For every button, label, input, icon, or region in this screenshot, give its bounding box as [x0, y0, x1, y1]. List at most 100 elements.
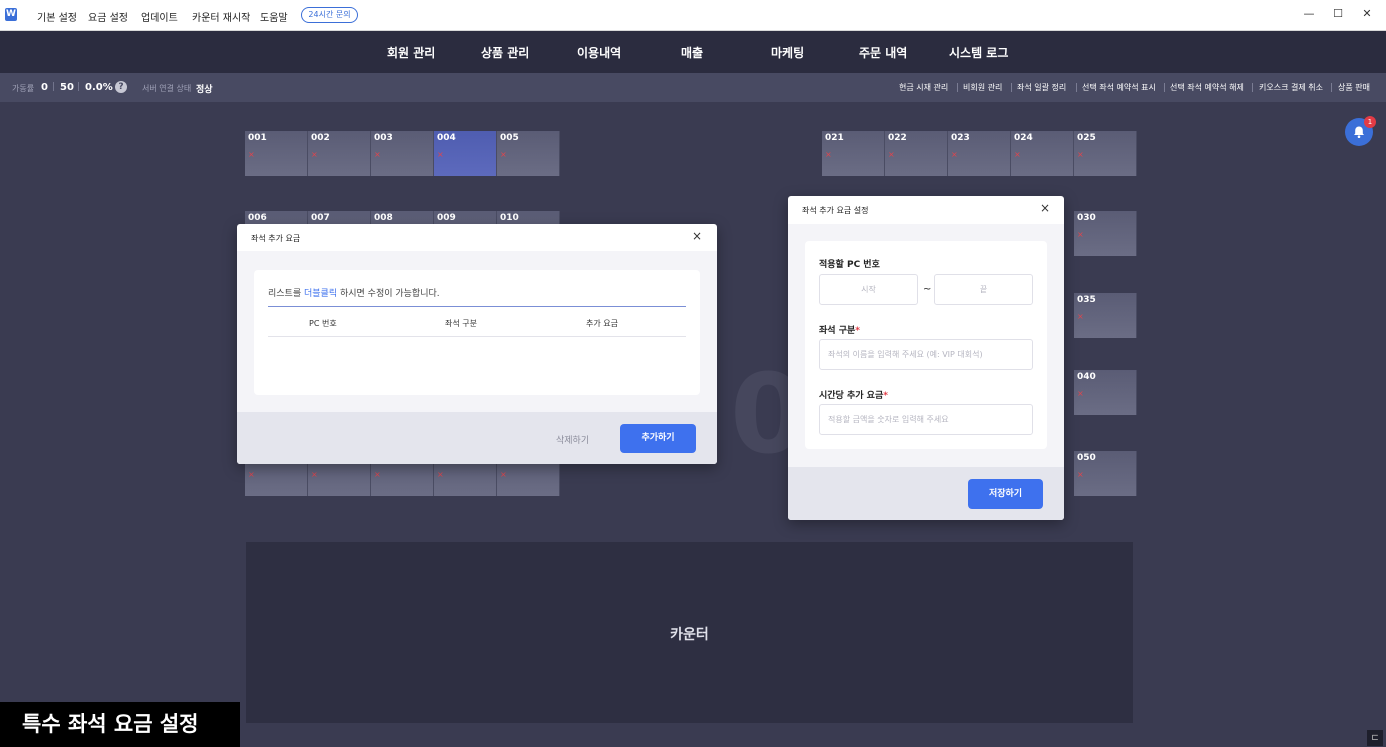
counter-label: 카운터: [670, 627, 709, 643]
fee-form-panel: 적용할 PC 번호 시작 ~ 끝 좌석 구분* 좌석의 이름을 입력해 주세요 …: [805, 241, 1047, 449]
start-pc-input[interactable]: 시작: [819, 274, 918, 305]
bell-icon: [1354, 126, 1364, 138]
corner-icon[interactable]: ⊏: [1367, 730, 1383, 746]
seat-025[interactable]: 025 ×: [1074, 131, 1137, 176]
divider: [268, 336, 686, 337]
seat-off-icon: ×: [311, 470, 318, 479]
required-mark: *: [883, 391, 888, 401]
seat-extra-fee-setting-dialog: 좌석 추가 요금 설정 × 적용할 PC 번호 시작 ~ 끝 좌석 구분* 좌석…: [788, 196, 1064, 520]
title-bar: W 기본 설정 요금 설정 업데이트 카운터 재시작 도움말 24시간 문의 —…: [0, 0, 1386, 31]
menu-help[interactable]: 도움말: [260, 9, 288, 24]
seat-001[interactable]: 001 ×: [245, 131, 308, 176]
seat-023[interactable]: 023 ×: [948, 131, 1011, 176]
minimize-icon[interactable]: —: [1302, 6, 1316, 22]
seat-type-label: 좌석 구분*: [819, 323, 860, 336]
seat-off-icon: ×: [500, 150, 507, 159]
edit-hint-text: 리스트를: [268, 289, 304, 299]
seat-021[interactable]: 021 ×: [822, 131, 885, 176]
close-icon[interactable]: ×: [692, 230, 702, 242]
hourly-fee-input[interactable]: 적용할 금액을 숫자로 입력해 주세요: [819, 404, 1033, 435]
action-sell-product[interactable]: 상품 판매: [1338, 82, 1370, 93]
seat-number: 003: [374, 133, 393, 143]
seat-024[interactable]: 024 ×: [1011, 131, 1074, 176]
seat-number: 024: [1014, 133, 1033, 143]
counter-area: 카운터: [246, 542, 1133, 723]
seat-040[interactable]: 040 ×: [1074, 370, 1137, 415]
seat-off-icon: ×: [374, 150, 381, 159]
dialog-body: 리스트를 더블클릭 하시면 수정이 가능합니다. PC 번호 좌석 구분 추가 …: [237, 251, 717, 412]
add-button[interactable]: 추가하기: [620, 424, 696, 453]
menu-fee-settings[interactable]: 요금 설정: [88, 9, 128, 24]
seat-off-icon: ×: [1077, 389, 1084, 398]
menu-basic-settings[interactable]: 기본 설정: [37, 9, 77, 24]
divider: [268, 306, 686, 307]
seat-003[interactable]: 003 ×: [371, 131, 434, 176]
close-icon[interactable]: ×: [1040, 202, 1050, 214]
seat-off-icon: ×: [248, 470, 255, 479]
seat-050[interactable]: 050 ×: [1074, 451, 1137, 496]
seat-002[interactable]: 002 ×: [308, 131, 371, 176]
seat-number: 030: [1077, 213, 1096, 223]
seat-number: 008: [374, 213, 393, 223]
seat-off-icon: ×: [1077, 470, 1084, 479]
action-kiosk-cancel[interactable]: 키오스크 결제 취소: [1259, 82, 1323, 93]
seat-number: 010: [500, 213, 519, 223]
save-button[interactable]: 저장하기: [968, 479, 1043, 509]
menu-update[interactable]: 업데이트: [141, 9, 178, 24]
action-unmark-reserved[interactable]: 선택 좌석 예약석 해제: [1170, 82, 1244, 93]
action-mark-reserved[interactable]: 선택 좌석 예약석 표시: [1082, 82, 1156, 93]
nav-sales[interactable]: 매출: [681, 44, 703, 61]
nav-order-history[interactable]: 주문 내역: [859, 44, 907, 61]
seat-004[interactable]: 004 ×: [434, 131, 497, 176]
maximize-icon[interactable]: ☐: [1331, 6, 1345, 22]
action-guest-management[interactable]: 비회원 관리: [963, 82, 1002, 93]
action-cash-management[interactable]: 현금 시재 관리: [899, 82, 948, 93]
divider: [957, 83, 958, 92]
dialog-footer: 삭제하기 추가하기: [237, 412, 717, 464]
seat-off-icon: ×: [1077, 230, 1084, 239]
nav-marketing[interactable]: 마케팅: [771, 44, 804, 61]
nav-member-management[interactable]: 회원 관리: [387, 44, 435, 61]
action-bulk-clear-seats[interactable]: 좌석 일괄 정리: [1017, 82, 1066, 93]
seat-off-icon: ×: [248, 150, 255, 159]
seat-off-icon: ×: [500, 470, 507, 479]
divider: [1331, 83, 1332, 92]
usage-label: 가동률: [12, 84, 35, 93]
seat-number: 035: [1077, 295, 1096, 305]
seat-005[interactable]: 005 ×: [497, 131, 560, 176]
seat-off-icon: ×: [825, 150, 832, 159]
divider: |: [77, 82, 81, 92]
seat-number: 050: [1077, 453, 1096, 463]
seat-number: 040: [1077, 372, 1096, 382]
seat-number: 022: [888, 133, 907, 143]
hourly-fee-label: 시간당 추가 요금*: [819, 388, 888, 401]
seat-022[interactable]: 022 ×: [885, 131, 948, 176]
close-window-icon[interactable]: ✕: [1360, 6, 1374, 22]
seat-off-icon: ×: [1077, 150, 1084, 159]
help-icon[interactable]: ?: [115, 81, 127, 93]
seat-number: 007: [311, 213, 330, 223]
support-button[interactable]: 24시간 문의: [301, 7, 358, 23]
required-mark: *: [855, 326, 860, 336]
hourly-fee-label-text: 시간당 추가 요금: [819, 391, 884, 401]
pc-number-label: 적용할 PC 번호: [819, 260, 880, 270]
end-pc-input[interactable]: 끝: [934, 274, 1033, 305]
menu-restart-counter[interactable]: 카운터 재시작: [192, 9, 250, 24]
seat-number: 001: [248, 133, 267, 143]
notification-badge: 1: [1364, 116, 1376, 128]
seat-number: 023: [951, 133, 970, 143]
seat-number: 002: [311, 133, 330, 143]
nav-system-log[interactable]: 시스템 로그: [949, 44, 1008, 61]
seat-off-icon: ×: [311, 150, 318, 159]
range-separator: ~: [923, 284, 932, 295]
seat-number: 006: [248, 213, 267, 223]
dialog-body: 적용할 PC 번호 시작 ~ 끝 좌석 구분* 좌석의 이름을 입력해 주세요 …: [788, 224, 1064, 467]
dialog-title: 좌석 추가 요금 설정: [802, 206, 869, 215]
seat-type-input[interactable]: 좌석의 이름을 입력해 주세요 (예: VIP 대회석): [819, 339, 1033, 370]
delete-button[interactable]: 삭제하기: [556, 433, 589, 446]
nav-product-management[interactable]: 상품 관리: [481, 44, 529, 61]
seat-035[interactable]: 035 ×: [1074, 293, 1137, 338]
seat-off-icon: ×: [374, 470, 381, 479]
seat-030[interactable]: 030 ×: [1074, 211, 1137, 256]
nav-usage-history[interactable]: 이용내역: [577, 44, 621, 61]
